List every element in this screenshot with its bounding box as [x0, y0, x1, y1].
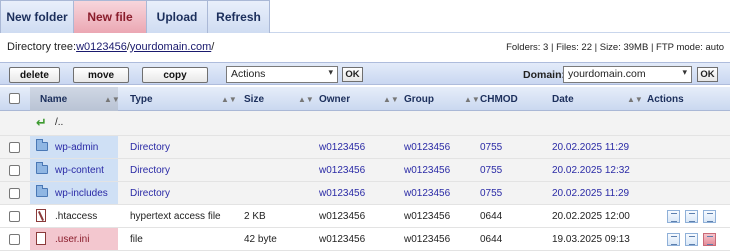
file-group: w0123456: [404, 211, 451, 222]
file-type: Directory: [130, 142, 171, 153]
upload-tab[interactable]: Upload: [147, 0, 208, 33]
file-group: w0123456: [404, 188, 451, 199]
sort-icon[interactable]: ▲▼: [298, 95, 314, 104]
edit-icon[interactable]: [685, 233, 698, 246]
file-type: hypertext access file: [130, 211, 221, 222]
table-header: Name ▲▼ Type ▲▼ Size ▲▼ Owner ▲▼ Group ▲…: [0, 87, 730, 111]
file-chmod[interactable]: 0755: [480, 142, 502, 153]
column-header-group[interactable]: Group: [404, 94, 434, 105]
actions-ok-button[interactable]: OK: [342, 67, 363, 82]
parent-directory-label[interactable]: /..: [55, 117, 63, 128]
select-all-checkbox[interactable]: [9, 93, 20, 104]
column-header-date[interactable]: Date: [552, 94, 574, 105]
table-row[interactable]: wp-includes Directory w0123456 w0123456 …: [0, 182, 730, 205]
move-button[interactable]: move: [73, 67, 129, 83]
file-size: 2 KB: [244, 211, 266, 222]
table-row[interactable]: wp-content Directory w0123456 w0123456 0…: [0, 159, 730, 182]
domain-select[interactable]: yourdomain.com ▾: [563, 66, 692, 83]
file-name-link[interactable]: wp-includes: [55, 188, 108, 199]
column-header-chmod[interactable]: CHMOD: [480, 94, 518, 105]
breadcrumb-trail: /: [211, 40, 215, 53]
sort-icon[interactable]: ▲▼: [464, 95, 480, 104]
action-bar: delete move copy Actions ▾ OK Domain: yo…: [0, 62, 730, 85]
file-date: 20.02.2025 11:29: [552, 188, 630, 199]
domain-label: Domain:: [523, 69, 565, 81]
file-owner: w0123456: [319, 165, 366, 176]
file-type: file: [130, 234, 143, 245]
copy-button[interactable]: copy: [142, 67, 208, 83]
parent-directory-row[interactable]: ↵ /..: [0, 111, 730, 136]
view-icon[interactable]: [667, 233, 680, 246]
file-date: 20.02.2025 12:00: [552, 211, 630, 222]
file-owner: w0123456: [319, 188, 366, 199]
domain-ok-button[interactable]: OK: [697, 67, 718, 82]
file-type: Directory: [130, 165, 171, 176]
delete-button[interactable]: delete: [9, 67, 60, 83]
row-checkbox[interactable]: [9, 234, 20, 245]
domain-select-value: yourdomain.com: [568, 68, 646, 80]
column-header-name[interactable]: Name: [40, 94, 67, 105]
view-icon[interactable]: [667, 210, 680, 223]
edit-icon[interactable]: [685, 210, 698, 223]
new-folder-tab[interactable]: New folder: [0, 0, 74, 33]
refresh-tab[interactable]: Refresh: [208, 0, 270, 33]
download-icon[interactable]: [703, 210, 716, 223]
breadcrumb-root-link[interactable]: w0123456: [76, 41, 127, 53]
sort-icon[interactable]: ▲▼: [627, 95, 643, 104]
file-date: 20.02.2025 12:32: [552, 165, 630, 176]
row-checkbox[interactable]: [9, 165, 20, 176]
up-arrow-icon: ↵: [36, 115, 47, 130]
top-toolbar: New folder New file Upload Refresh: [0, 0, 730, 33]
file-icon: [36, 232, 46, 245]
file-group: w0123456: [404, 142, 451, 153]
file-chmod[interactable]: 0755: [480, 188, 502, 199]
table-row[interactable]: .user.ini file 42 byte w0123456 w0123456…: [0, 228, 730, 251]
chevron-down-icon: ▾: [328, 67, 333, 77]
chevron-down-icon: ▾: [682, 67, 687, 77]
file-owner: w0123456: [319, 211, 366, 222]
column-header-type[interactable]: Type: [130, 94, 153, 105]
file-name-link[interactable]: .htaccess: [55, 211, 97, 222]
file-chmod[interactable]: 0644: [480, 211, 502, 222]
file-type: Directory: [130, 188, 171, 199]
new-file-tab[interactable]: New file: [74, 0, 147, 33]
file-owner: w0123456: [319, 142, 366, 153]
file-name-link[interactable]: .user.ini: [55, 234, 89, 245]
folder-icon: [36, 162, 48, 174]
file-name-link[interactable]: wp-content: [55, 165, 104, 176]
sort-icon[interactable]: ▲▼: [221, 95, 237, 104]
row-checkbox[interactable]: [9, 188, 20, 199]
folder-icon: [36, 139, 48, 151]
file-group: w0123456: [404, 234, 451, 245]
column-header-owner[interactable]: Owner: [319, 94, 350, 105]
actions-select[interactable]: Actions ▾: [226, 66, 338, 83]
sort-icon[interactable]: ▲▼: [383, 95, 399, 104]
sort-icon[interactable]: ▲▼: [104, 95, 120, 104]
table-row[interactable]: wp-admin Directory w0123456 w0123456 075…: [0, 136, 730, 159]
file-chmod[interactable]: 0755: [480, 165, 502, 176]
folder-icon: [36, 185, 48, 197]
file-name-link[interactable]: wp-admin: [55, 142, 98, 153]
row-checkbox[interactable]: [9, 211, 20, 222]
htaccess-file-icon: [36, 209, 46, 222]
actions-select-value: Actions: [231, 68, 266, 80]
directory-label: Directory tree:: [7, 40, 77, 53]
file-chmod[interactable]: 0644: [480, 234, 502, 245]
delete-icon[interactable]: [703, 233, 716, 246]
column-header-size[interactable]: Size: [244, 94, 264, 105]
file-owner: w0123456: [319, 234, 366, 245]
row-checkbox[interactable]: [9, 142, 20, 153]
file-date: 20.02.2025 11:29: [552, 142, 630, 153]
table-row[interactable]: .htaccess hypertext access file 2 KB w01…: [0, 205, 730, 228]
breadcrumb-domain-link[interactable]: yourdomain.com: [130, 41, 211, 53]
column-header-actions: Actions: [647, 94, 684, 105]
file-table: Name ▲▼ Type ▲▼ Size ▲▼ Owner ▲▼ Group ▲…: [0, 87, 730, 251]
directory-tree: Directory tree: w0123456 / yourdomain.co…: [0, 33, 730, 60]
directory-stats: Folders: 3 | Files: 22 | Size: 39MB | FT…: [506, 42, 724, 53]
file-size: 42 byte: [244, 234, 277, 245]
file-date: 19.03.2025 09:13: [552, 234, 630, 245]
file-group: w0123456: [404, 165, 451, 176]
